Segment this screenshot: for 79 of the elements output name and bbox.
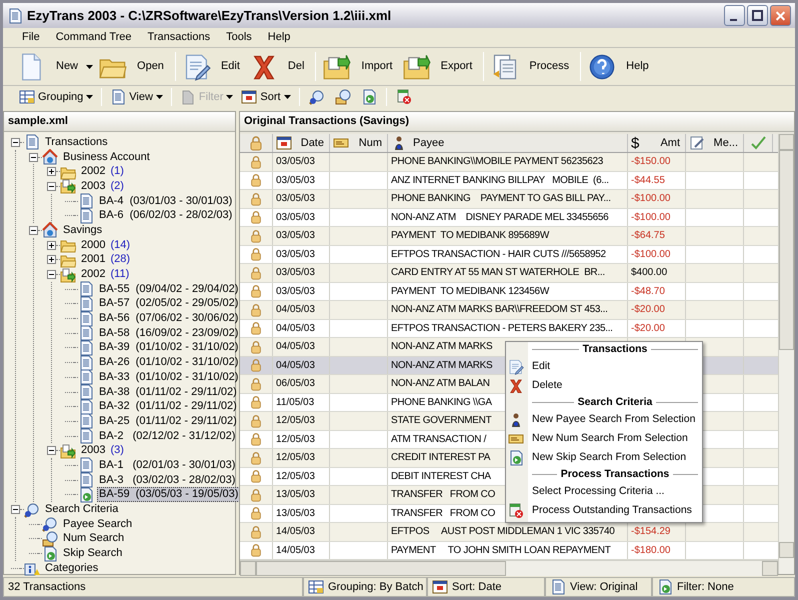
table-cell-text: 06/05/03 (276, 377, 315, 392)
item-count: (2) (110, 180, 124, 193)
menu-section-title: Transactions (582, 342, 648, 357)
column-label: Num (358, 136, 383, 151)
table-cell-text: PHONE BANKING\\MOBILE PAYMENT 56235623 (391, 155, 604, 170)
table-cell-text: EFTPOS TRANSACTION - HAIR CUTS ///5658952 (391, 248, 606, 262)
table-cell-text: 04/05/03 (276, 358, 315, 373)
table-cell-text: PAYMENT TO MEDIBANK 895689W (391, 229, 549, 244)
column-label: Me... (712, 136, 739, 151)
table-cell-text: 03/05/03 (276, 248, 315, 262)
table-cell-text: 03/05/03 (276, 210, 315, 225)
table-cell-text: 04/05/03 (276, 340, 315, 354)
item-count: (28) (110, 253, 130, 266)
table-cell-text: -$20.00 (631, 303, 665, 318)
table-cell-text: 12/05/03 (276, 414, 315, 428)
table-cell-text: ANZ INTERNET BANKING BILLPAY MOBILE (6... (391, 174, 609, 188)
table-cell-text: 03/05/03 (276, 284, 315, 299)
window-title: EzyTrans 2003 - C:\ZRSoftware\EzyTrans\Version 1.2\iii.xml (27, 6, 392, 25)
panel-header: Original Transactions (Savings) (240, 112, 794, 132)
table-cell-text: CARD ENTRY AT 55 MAN ST WATERHOLE BR... (391, 266, 605, 280)
table-cell-text: 04/05/03 (276, 322, 315, 336)
item-count: (1) (110, 165, 124, 178)
table-cell-text: 03/05/03 (276, 229, 315, 244)
table-cell-text: 04/05/03 (276, 303, 315, 318)
column-symbol: $ (631, 136, 640, 150)
table-cell-text: 12/05/03 (276, 432, 315, 447)
table-cell-text: DEBIT INTEREST CHA (391, 470, 491, 484)
table-cell-text: 03/05/03 (276, 174, 315, 188)
status-text: 32 Transactions (8, 580, 86, 595)
table-cell-text: -$44.55 (631, 174, 665, 188)
table-cell-text: -$100.00 (631, 248, 670, 262)
table-cell-text: PAYMENT TO JOHN SMITH LOAN REPAYMENT (391, 544, 611, 558)
table-cell-text: 12/05/03 (276, 470, 315, 484)
table-cell-text: NON-ANZ ATM MARKS BAR\\FREEDOM ST 453... (391, 303, 608, 318)
table-cell-text: ATM TRANSACTION / (391, 432, 486, 447)
panel-header: sample.xml (4, 112, 235, 132)
item-count: (11) (110, 268, 130, 282)
status-text: Filter: None (677, 580, 734, 595)
table-cell-text: NON-ANZ ATM MARKS (391, 340, 492, 354)
table-cell-text: $400.00 (631, 266, 668, 280)
table-cell-text: 13/05/03 (276, 506, 315, 521)
table-cell-text: -$150.00 (631, 155, 670, 170)
table-cell-text: PHONE BANKING \\GA (391, 396, 492, 410)
menu-section-title: Search Criteria (578, 394, 652, 410)
table-cell-text: -$100.00 (631, 210, 670, 225)
table-cell-text: PAYMENT TO MEDIBANK 123456W (391, 284, 549, 299)
table-cell-text: 12/05/03 (276, 451, 315, 466)
table-cell-text: -$180.00 (631, 544, 670, 558)
table-cell-text: 03/05/03 (276, 266, 315, 280)
table-cell-text: -$154.29 (631, 525, 670, 540)
table-cell-text: -$100.00 (631, 192, 670, 206)
item-count: (3) (110, 444, 124, 458)
column-label: Amt (659, 136, 681, 151)
menu-section-title: Process Transactions (560, 466, 670, 482)
column-label: Date (300, 136, 325, 151)
table-cell-text: -$48.70 (631, 284, 665, 299)
table-cell-text: CREDIT INTEREST PA (391, 451, 490, 466)
item-count: (14) (110, 238, 130, 252)
status-text: View: Original (570, 580, 638, 595)
table-cell-text: NON-ANZ ATM DISNEY PARADE MEL 33455656 (391, 210, 608, 225)
table-cell-text: 14/05/03 (276, 525, 315, 540)
table-cell-text: TRANSFER FROM CO (391, 488, 496, 502)
table-cell-text: EFTPOS AUST POST MIDDLEMAN 1 VIC 335740 (391, 525, 614, 540)
table-cell-text: 13/05/03 (276, 488, 315, 502)
table-cell-text: 11/05/03 (276, 396, 314, 410)
table-cell-text: STATE GOVERNMENT (391, 414, 492, 428)
table-cell-text: 14/05/03 (276, 544, 315, 558)
table-cell-text: PHONE BANKING PAYMENT TO GAS BILL PAY... (391, 192, 611, 206)
status-text: Grouping: By Batch (328, 580, 424, 595)
status-text: Sort: Date (452, 580, 502, 595)
table-cell-text: 03/05/03 (276, 192, 315, 206)
table-cell-text: 03/05/03 (276, 155, 315, 170)
table-cell-text: -$64.75 (631, 229, 665, 244)
column-label: Payee (412, 136, 446, 151)
table-cell-text: NON-ANZ ATM BALAN (391, 377, 490, 392)
table-cell-text: -$20.00 (631, 322, 665, 336)
table-cell-text: TRANSFER FROM CO (391, 506, 496, 521)
table-cell-text: NON-ANZ ATM MARKS (391, 358, 492, 373)
table-cell-text: EFTPOS TRANSACTION - PETERS BAKERY 235... (391, 322, 613, 336)
